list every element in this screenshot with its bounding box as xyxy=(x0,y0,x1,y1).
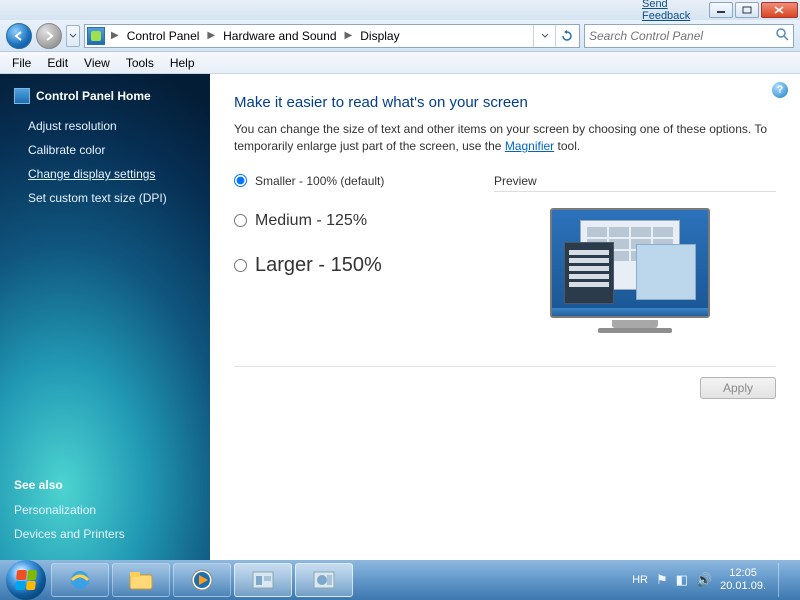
sidebar-item-calibrate-color[interactable]: Calibrate color xyxy=(14,138,198,162)
language-indicator[interactable]: HR xyxy=(632,574,648,586)
tray-flag-icon[interactable]: ⚑ xyxy=(656,572,668,588)
forward-button[interactable] xyxy=(36,23,62,49)
preview-label: Preview xyxy=(494,174,776,192)
sidebar-item-adjust-resolution[interactable]: Adjust resolution xyxy=(14,114,198,138)
sidebar-item-custom-dpi[interactable]: Set custom text size (DPI) xyxy=(14,186,198,210)
see-also-section: See also Personalization Devices and Pri… xyxy=(14,478,125,546)
tray-volume-icon[interactable]: 🔊 xyxy=(696,572,712,588)
menu-tools[interactable]: Tools xyxy=(118,54,162,72)
control-panel-icon xyxy=(14,88,30,104)
see-also-heading: See also xyxy=(14,478,125,492)
radio-smaller[interactable] xyxy=(234,174,247,187)
size-options: Smaller - 100% (default) Medium - 125% L… xyxy=(234,174,494,301)
taskbar-ie[interactable] xyxy=(51,563,109,597)
search-input[interactable] xyxy=(589,29,775,43)
show-desktop-button[interactable] xyxy=(778,563,788,597)
crumb-hardware-sound[interactable]: Hardware and Sound xyxy=(217,29,342,43)
taskbar-media-player[interactable] xyxy=(173,563,231,597)
menu-help[interactable]: Help xyxy=(162,54,203,72)
history-dropdown[interactable] xyxy=(66,25,80,47)
menu-file[interactable]: File xyxy=(4,54,39,72)
chevron-right-icon[interactable]: ▶ xyxy=(205,30,217,41)
tray-network-icon[interactable]: ◧ xyxy=(676,572,688,588)
taskbar: HR ⚑ ◧ 🔊 12:05 20.01.09. xyxy=(0,560,800,600)
option-smaller[interactable]: Smaller - 100% (default) xyxy=(234,174,494,188)
crumb-display[interactable]: Display xyxy=(354,29,405,43)
minimize-button[interactable] xyxy=(709,2,733,18)
radio-larger[interactable] xyxy=(234,259,247,272)
menu-edit[interactable]: Edit xyxy=(39,54,76,72)
refresh-button[interactable] xyxy=(555,25,577,47)
sidebar-item-change-display-settings[interactable]: Change display settings xyxy=(14,162,198,186)
apply-button: Apply xyxy=(700,377,776,399)
option-larger[interactable]: Larger - 150% xyxy=(234,254,494,277)
menu-view[interactable]: View xyxy=(76,54,118,72)
taskbar-app-2[interactable] xyxy=(295,563,353,597)
start-button[interactable] xyxy=(6,560,46,600)
taskbar-app-1[interactable] xyxy=(234,563,292,597)
control-panel-icon xyxy=(87,27,105,45)
chevron-right-icon[interactable]: ▶ xyxy=(343,30,355,41)
address-dropdown[interactable] xyxy=(533,25,555,47)
menu-bar: File Edit View Tools Help xyxy=(0,52,800,74)
help-icon[interactable]: ? xyxy=(772,82,788,98)
search-box[interactable] xyxy=(584,24,794,48)
sidebar: Control Panel Home Adjust resolution Cal… xyxy=(0,74,210,560)
maximize-button[interactable] xyxy=(735,2,759,18)
close-button[interactable] xyxy=(761,2,798,18)
taskbar-explorer[interactable] xyxy=(112,563,170,597)
window-titlebar: Send Feedback xyxy=(0,0,800,20)
navigation-bar: ▶ Control Panel ▶ Hardware and Sound ▶ D… xyxy=(0,20,800,52)
option-medium[interactable]: Medium - 125% xyxy=(234,212,494,230)
search-icon[interactable] xyxy=(775,27,789,44)
crumb-control-panel[interactable]: Control Panel xyxy=(121,29,206,43)
page-description: You can change the size of text and othe… xyxy=(234,121,776,156)
magnifier-link[interactable]: Magnifier xyxy=(505,139,554,153)
see-also-personalization[interactable]: Personalization xyxy=(14,498,125,522)
system-tray: HR ⚑ ◧ 🔊 12:05 20.01.09. xyxy=(632,563,794,597)
send-feedback-link[interactable]: Send Feedback xyxy=(642,0,707,22)
page-title: Make it easier to read what's on your sc… xyxy=(234,94,776,111)
radio-medium[interactable] xyxy=(234,214,247,227)
back-button[interactable] xyxy=(6,23,32,49)
control-panel-home-link[interactable]: Control Panel Home xyxy=(14,88,198,104)
tray-clock[interactable]: 12:05 20.01.09. xyxy=(720,567,766,592)
chevron-right-icon[interactable]: ▶ xyxy=(109,30,121,41)
address-bar[interactable]: ▶ Control Panel ▶ Hardware and Sound ▶ D… xyxy=(84,24,580,48)
see-also-devices-printers[interactable]: Devices and Printers xyxy=(14,522,125,546)
preview-image xyxy=(550,208,720,338)
content-pane: ? Make it easier to read what's on your … xyxy=(210,74,800,560)
